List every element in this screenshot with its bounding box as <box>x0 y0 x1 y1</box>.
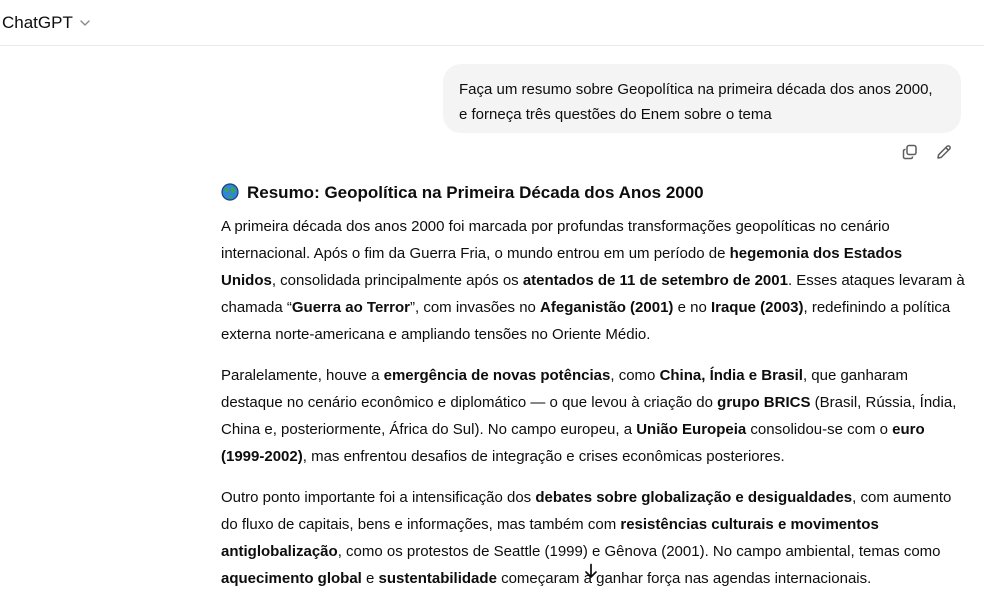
bold-text: China, Índia e Brasil <box>659 367 803 384</box>
response-heading: Resumo: Geopolítica na Primeira Década d… <box>221 178 963 206</box>
copy-icon <box>902 144 917 160</box>
paragraph-line: Outro ponto importante foi a intensifica… <box>221 484 963 511</box>
edit-button[interactable] <box>934 142 954 162</box>
model-selector-button[interactable]: ChatGPT <box>2 10 91 36</box>
bold-text: debates sobre globalização e desigualdad… <box>535 489 853 506</box>
bold-text: antiglobalização <box>221 543 338 560</box>
user-message-line: e forneça três questões do Enem sobre o … <box>459 106 772 123</box>
top-bar: ChatGPT <box>0 0 984 46</box>
text: , que ganharam <box>802 367 909 384</box>
bold-text: sustentabilidade <box>378 570 497 587</box>
text: . Esses ataques levaram à <box>787 272 965 289</box>
paragraph-line: Unidos, consolidada principalmente após … <box>221 267 965 294</box>
scroll-to-bottom-button[interactable] <box>578 558 604 584</box>
response-paragraph: A primeira década dos anos 2000 foi marc… <box>221 213 965 348</box>
paragraph-line: internacional. Após o fim da Guerra Fria… <box>221 240 963 267</box>
paragraph-line: do fluxo de capitais, bens e informações… <box>221 511 963 538</box>
bold-text: Guerra ao Terror <box>291 299 410 316</box>
text: e no <box>673 299 711 316</box>
bold-text: Iraque (2003) <box>710 299 804 316</box>
text: Paralelamente, houve a <box>221 367 384 384</box>
paragraph-line: externa norte-americana e ampliando tens… <box>221 321 963 348</box>
text: externa norte-americana e ampliando tens… <box>221 326 651 343</box>
copy-button[interactable] <box>900 142 920 162</box>
text: , com aumento <box>852 489 952 506</box>
text: destaque no cenário econômico e diplomát… <box>221 394 718 411</box>
paragraph-line: chamada “Guerra ao Terror”, com invasões… <box>221 294 963 321</box>
text: ”, com invasões no <box>409 299 541 316</box>
chevron-down-icon <box>80 20 90 26</box>
bold-text: resistências culturais e movimentos <box>620 516 879 533</box>
model-name: ChatGPT <box>2 13 73 32</box>
text: chamada “ <box>221 299 292 316</box>
paragraph-line: A primeira década dos anos 2000 foi marc… <box>221 213 963 240</box>
bold-text: hegemonia dos Estados <box>729 245 903 262</box>
text: e <box>361 570 379 587</box>
text: Outro ponto importante foi a intensifica… <box>221 489 536 506</box>
bold-text: (1999-2002) <box>221 448 303 465</box>
arrow-down-icon <box>585 563 597 578</box>
text: , mas enfrentou desafios de integração e… <box>302 448 785 465</box>
response-heading-text: Resumo: Geopolítica na Primeira Década d… <box>247 182 704 202</box>
text: , como os protestos de Seattle (1999) e … <box>337 543 941 560</box>
bold-text: Unidos <box>221 272 272 289</box>
paragraph-line: China e, posteriormente, África do Sul).… <box>221 416 963 443</box>
response-paragraph: Paralelamente, houve a emergência de nov… <box>221 362 963 470</box>
response-body: A primeira década dos anos 2000 foi marc… <box>221 213 965 592</box>
paragraph-line: destaque no cenário econômico e diplomát… <box>221 389 963 416</box>
bold-text: União Europeia <box>636 421 747 438</box>
bold-text: emergência de novas potências <box>383 367 611 384</box>
edit-pencil-icon <box>937 145 951 159</box>
text: , consolidada principalmente após os <box>271 272 523 289</box>
bold-text: Afeganistão (2001) <box>540 299 674 316</box>
text: A primeira década dos anos 2000 foi marc… <box>221 218 890 235</box>
bold-text: euro <box>892 421 925 438</box>
bold-text: aquecimento global <box>221 570 362 587</box>
text: consolidou-se com o <box>746 421 893 438</box>
text: internacional. Após o fim da Guerra Fria… <box>221 245 730 262</box>
text: começaram a ganhar força nas agendas int… <box>496 570 872 587</box>
text: China e, posteriormente, África do Sul).… <box>221 421 637 438</box>
text: do fluxo de capitais, bens e informações… <box>221 516 621 533</box>
user-message-actions <box>900 142 954 162</box>
text: (Brasil, Rússia, Índia, <box>810 394 957 411</box>
text: , como <box>610 367 660 384</box>
bold-text: atentados de 11 de setembro de 2001 <box>522 272 788 289</box>
user-message-line: Faça um resumo sobre Geopolítica na prim… <box>459 81 933 98</box>
globe-icon <box>221 183 239 201</box>
user-message-bubble: Faça um resumo sobre Geopolítica na prim… <box>443 64 961 133</box>
paragraph-line: Paralelamente, houve a emergência de nov… <box>221 362 963 389</box>
text: , redefinindo a política <box>803 299 951 316</box>
assistant-message: Resumo: Geopolítica na Primeira Década d… <box>221 178 965 606</box>
bold-text: grupo BRICS <box>717 394 811 411</box>
paragraph-line: (1999-2002), mas enfrentou desafios de i… <box>221 443 963 470</box>
